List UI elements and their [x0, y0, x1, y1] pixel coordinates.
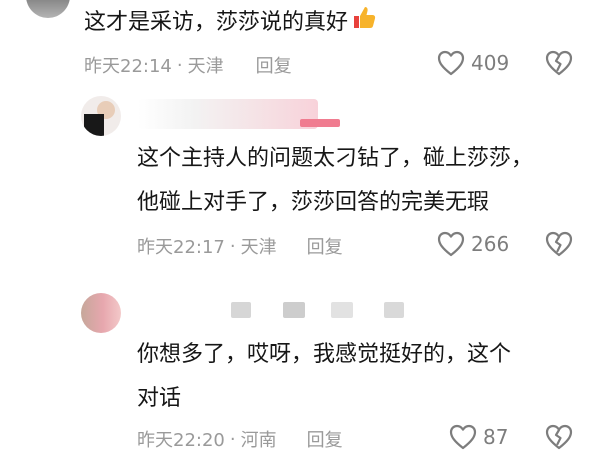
heart-icon [449, 424, 477, 450]
meta-separator: · [229, 428, 236, 450]
avatar[interactable] [81, 293, 121, 333]
username-badge [300, 119, 340, 127]
username-blurred[interactable] [138, 99, 340, 129]
dislike-button[interactable] [545, 231, 573, 261]
heart-icon [437, 50, 465, 76]
broken-heart-icon [545, 424, 573, 450]
reply-button[interactable]: 回复 [256, 52, 292, 78]
comment-text-line: 你想多了，哎呀，我感觉挺好的，这个 [137, 342, 512, 367]
comment-text-content: 这才是采访，莎莎说的真好 [84, 10, 349, 35]
dislike-button[interactable] [545, 50, 573, 80]
comment-location: 河南 [240, 430, 277, 451]
avatar[interactable] [81, 96, 121, 136]
comment-text: 这才是采访，莎莎说的真好 [84, 4, 377, 42]
comment-time: 昨天22:20 [137, 430, 225, 451]
comment-text-line: 他碰上对手了，莎莎回答的完美无瑕 [137, 190, 490, 215]
comment-meta: 昨天22:20 · 河南 回复 [137, 426, 343, 452]
meta-separator: · [229, 235, 236, 257]
comment-meta: 昨天22:17 · 天津 回复 [137, 233, 343, 259]
reply-button[interactable]: 回复 [307, 233, 343, 259]
like-count: 409 [471, 51, 510, 75]
username-blurred [283, 302, 305, 318]
username-blurred [384, 302, 404, 318]
comment-meta: 昨天22:14 · 天津 回复 [84, 52, 292, 78]
username-blurred [331, 302, 353, 318]
comment-text-line: 这个主持人的问题太刁钻了，碰上莎莎， [137, 146, 534, 171]
comment-time: 昨天22:17 [137, 237, 225, 258]
meta-separator: · [176, 54, 183, 76]
like-button[interactable]: 87 [449, 424, 508, 450]
comment-list: 这才是采访，莎莎说的真好 昨天22:14 · 天津 回复 409 这个主持人的问… [0, 0, 600, 463]
heart-icon [437, 231, 465, 257]
avatar[interactable] [26, 0, 70, 18]
comment-time: 昨天22:14 [84, 56, 172, 77]
comment-location: 天津 [240, 237, 277, 258]
like-button[interactable]: 266 [437, 231, 509, 257]
comment-text-line: 对话 [137, 386, 182, 411]
avatar-shape [84, 114, 104, 136]
broken-heart-icon [545, 50, 573, 76]
comment-location: 天津 [187, 56, 224, 77]
like-count: 87 [483, 425, 509, 449]
username-blurred[interactable] [231, 302, 251, 318]
like-count: 266 [471, 232, 510, 256]
like-button[interactable]: 409 [437, 50, 509, 76]
broken-heart-icon [545, 231, 573, 257]
reply-button[interactable]: 回复 [307, 426, 343, 452]
thumbs-up-icon [351, 4, 377, 42]
dislike-button[interactable] [545, 424, 573, 454]
